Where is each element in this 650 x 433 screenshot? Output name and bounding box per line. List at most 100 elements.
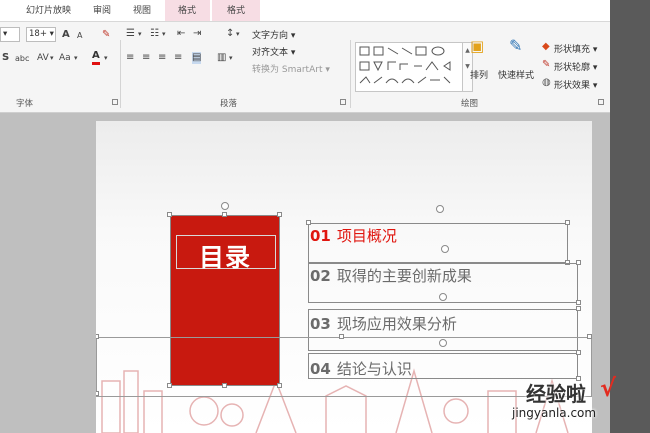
font-dialog-launcher-icon[interactable]: [112, 99, 118, 105]
group-separator: [120, 40, 121, 108]
drawing-dialog-launcher-icon[interactable]: [598, 99, 604, 105]
text-direction-label: 文字方向: [252, 31, 289, 41]
shape-fill-button[interactable]: 形状填充 ▾: [554, 42, 597, 55]
shrink-font-icon[interactable]: A: [77, 30, 82, 42]
distributed-icon[interactable]: ▤: [192, 52, 202, 64]
agenda-item-text: 项目概况: [336, 227, 397, 245]
agenda-item-num: 02: [310, 267, 331, 285]
watermark-check: √: [600, 374, 617, 402]
resize-handle[interactable]: [277, 212, 282, 217]
font-color-dropdown-icon[interactable]: ▾: [104, 52, 108, 64]
ribbon-tab-bar: 幻灯片放映 审阅 视图 格式 格式: [0, 0, 610, 22]
strike-icon[interactable]: abc: [15, 53, 29, 65]
agenda-item-num: 01: [310, 227, 331, 245]
slide-canvas[interactable]: 目录 01 项目概况 02 取得的主要创新成果 03 现场应用效果分析 04 结论与认识: [96, 121, 592, 433]
font-name-dropdown[interactable]: ▾: [0, 27, 20, 42]
convert-smartart-label: 转换为 SmartArt: [252, 65, 323, 75]
justify-icon[interactable]: ≡: [174, 52, 182, 64]
tab-slideshow[interactable]: 幻灯片放映: [26, 3, 71, 16]
shape-fill-icon: ◆: [542, 41, 550, 52]
paragraph-dialog-launcher-icon[interactable]: [340, 99, 346, 105]
ribbon: ▾ 18+ ▾ A A ✎ S abc AV ▾ Aa ▾ A ▾ 字体 ☰ ▾…: [0, 22, 610, 113]
title-textbox[interactable]: 目录: [176, 235, 276, 272]
tab-review[interactable]: 审阅: [93, 3, 111, 16]
rotate-handle-icon[interactable]: [439, 293, 447, 301]
font-size-dropdown[interactable]: 18+ ▾: [26, 27, 56, 42]
resize-handle[interactable]: [587, 334, 592, 339]
increase-indent-icon[interactable]: ⇥: [193, 28, 201, 40]
bullets-dropdown-icon[interactable]: ▾: [138, 28, 142, 40]
rotate-handle-icon[interactable]: [436, 205, 444, 213]
shape-fill-label: 形状填充: [554, 45, 591, 55]
convert-smartart-button[interactable]: 转换为 SmartArt ▾: [252, 62, 330, 75]
text-direction-button[interactable]: 文字方向 ▾: [252, 28, 295, 41]
line-spacing-icon[interactable]: ↕: [226, 28, 234, 40]
case-dropdown-icon[interactable]: ▾: [74, 52, 78, 64]
resize-handle[interactable]: [167, 212, 172, 217]
arrange-button[interactable]: 排列: [470, 68, 488, 81]
change-case-icon[interactable]: Aa: [59, 52, 71, 64]
resize-handle[interactable]: [339, 334, 344, 339]
rotate-handle-icon[interactable]: [221, 202, 229, 210]
char-spacing-icon[interactable]: AV: [37, 52, 49, 64]
columns-dropdown-icon[interactable]: ▾: [229, 52, 233, 64]
arrange-icon: ▣: [470, 37, 485, 55]
shapes-gallery[interactable]: [355, 42, 463, 92]
agenda-item-3: 03 现场应用效果分析: [310, 313, 457, 334]
bullets-icon[interactable]: ☰: [126, 28, 135, 40]
tab-view[interactable]: 视图: [133, 3, 151, 16]
align-center-icon[interactable]: ≡: [142, 52, 150, 64]
agenda-item-2: 02 取得的主要创新成果: [310, 265, 472, 286]
numbering-icon[interactable]: ☷: [150, 28, 159, 40]
resize-handle[interactable]: [96, 334, 99, 339]
quick-styles-label: 快速样式: [498, 71, 535, 81]
align-right-icon[interactable]: ≡: [158, 52, 166, 64]
resize-handle[interactable]: [565, 220, 570, 225]
line-spacing-dropdown-icon[interactable]: ▾: [236, 28, 240, 40]
shape-outline-button[interactable]: 形状轮廓 ▾: [554, 60, 597, 73]
quick-styles-icon: ✎: [509, 36, 523, 55]
align-text-button[interactable]: 对齐文本 ▾: [252, 45, 295, 58]
grow-font-icon[interactable]: A: [62, 29, 70, 41]
columns-icon[interactable]: ▥: [217, 52, 226, 64]
quick-styles-button[interactable]: 快速样式: [498, 68, 534, 81]
watermark-text: 经验啦: [526, 382, 586, 406]
agenda-item-num: 03: [310, 315, 331, 333]
rotate-handle-icon[interactable]: [439, 339, 447, 347]
shape-outline-label: 形状轮廓: [554, 63, 591, 73]
align-text-label: 对齐文本: [252, 48, 289, 58]
align-left-icon[interactable]: ≡: [126, 52, 134, 64]
rotate-handle-icon[interactable]: [441, 245, 449, 253]
resize-handle[interactable]: [576, 260, 581, 265]
shape-outline-icon: ✎: [542, 59, 551, 70]
watermark-url: jingyanla.com: [512, 406, 597, 420]
numbering-dropdown-icon[interactable]: ▾: [162, 28, 166, 40]
group-separator: [350, 40, 351, 108]
spacing-dropdown-icon[interactable]: ▾: [50, 52, 54, 64]
agenda-item-num: 04: [310, 360, 331, 378]
group-label-paragraph: 段落: [220, 99, 238, 109]
agenda-item-text: 结论与认识: [336, 360, 412, 378]
tab-format-1[interactable]: 格式: [178, 3, 196, 16]
agenda-item-text: 现场应用效果分析: [336, 315, 457, 333]
font-color-icon[interactable]: A: [92, 50, 100, 65]
clear-format-icon[interactable]: ✎: [102, 29, 110, 41]
powerpoint-window: 幻灯片放映 审阅 视图 格式 格式 ▾ 18+ ▾ A A ✎ S abc AV…: [0, 0, 610, 433]
arrange-label: 排列: [470, 71, 489, 81]
resize-handle[interactable]: [96, 391, 99, 396]
shape-effects-button[interactable]: 形状效果 ▾: [554, 78, 597, 91]
resize-handle[interactable]: [576, 350, 581, 355]
group-label-font: 字体: [16, 99, 34, 109]
resize-handle[interactable]: [576, 306, 581, 311]
decrease-indent-icon[interactable]: ⇤: [177, 28, 185, 40]
tab-format-2[interactable]: 格式: [227, 3, 245, 16]
shapes-gallery-icons: [359, 46, 451, 84]
watermark: 经验啦 √ jingyanla.com: [512, 374, 644, 430]
group-label-drawing: 绘图: [461, 99, 479, 109]
resize-handle[interactable]: [222, 212, 227, 217]
shadow-icon[interactable]: S: [2, 52, 9, 64]
agenda-item-4: 04 结论与认识: [310, 358, 412, 379]
resize-handle[interactable]: [576, 300, 581, 305]
agenda-item-text: 取得的主要创新成果: [336, 267, 472, 285]
shape-effects-label: 形状效果: [554, 81, 591, 91]
